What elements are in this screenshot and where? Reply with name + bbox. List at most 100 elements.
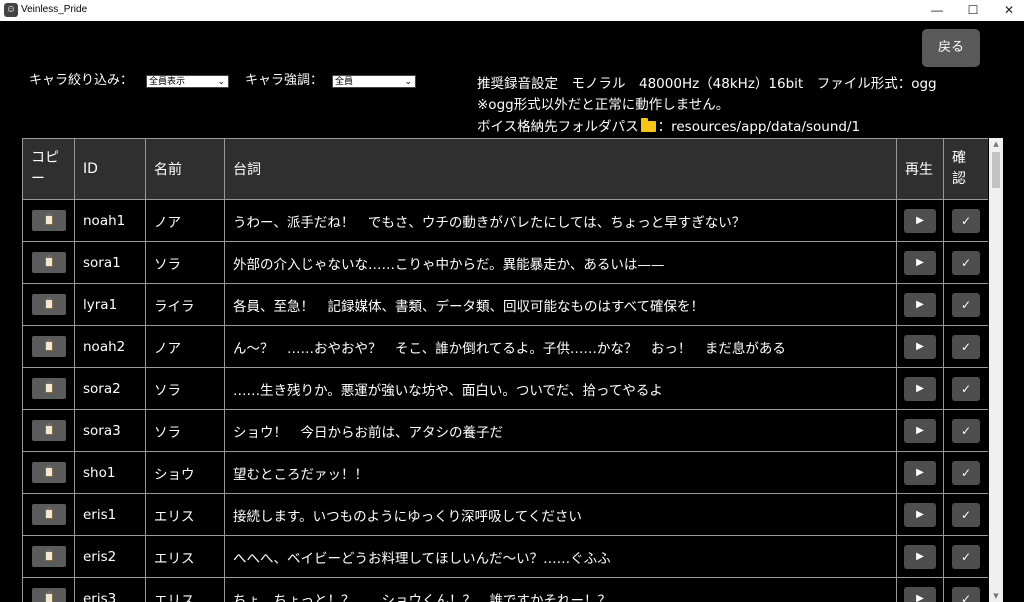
check-button[interactable]: ✓ <box>952 292 980 317</box>
check-cell: ✓ <box>943 409 988 452</box>
scroll-thumb[interactable] <box>992 152 1000 188</box>
check-button[interactable]: ✓ <box>952 208 980 233</box>
checkmark-icon: ✓ <box>960 381 972 396</box>
character-name: エリス <box>145 577 225 602</box>
scroll-up-arrow-icon[interactable]: ▲ <box>989 138 1003 150</box>
character-name: ソラ <box>145 241 225 284</box>
check-cell: ✓ <box>943 283 988 326</box>
checkmark-icon: ✓ <box>960 339 972 354</box>
table-row: sora3 ソラ ショウ！ 今日からお前は、アタシの養子だ ▶ ✓ <box>22 409 988 452</box>
table-row: lyra1 ライラ 各員、至急！ 記録媒体、書類、データ類、回収可能なものはすべ… <box>22 283 988 326</box>
copy-cell <box>22 283 75 326</box>
copy-button[interactable] <box>31 420 66 441</box>
voice-table: コピー ID 名前 台詞 再生 確認 noah1 ノア うわー、派手だね！ でも… <box>22 138 988 602</box>
play-button[interactable]: ▶ <box>904 460 936 485</box>
check-cell: ✓ <box>943 367 988 410</box>
character-emphasis-label: キャラ強調： <box>245 73 324 88</box>
chevron-down-icon: ⌄ <box>404 77 412 87</box>
play-button[interactable]: ▶ <box>904 208 936 233</box>
character-emphasis-value: 全員 <box>335 77 354 87</box>
character-filter-select[interactable]: 全員表示 ⌄ <box>146 75 229 88</box>
copy-button[interactable] <box>31 378 66 399</box>
play-icon: ▶ <box>916 592 924 602</box>
check-button[interactable]: ✓ <box>952 376 980 401</box>
minimize-button[interactable]: — <box>919 0 955 21</box>
play-cell: ▶ <box>896 367 944 410</box>
voice-id: eris1 <box>74 493 146 536</box>
check-button[interactable]: ✓ <box>952 544 980 569</box>
check-button[interactable]: ✓ <box>952 460 980 485</box>
play-button[interactable]: ▶ <box>904 502 936 527</box>
copy-button[interactable] <box>31 462 66 483</box>
play-cell: ▶ <box>896 283 944 326</box>
check-cell: ✓ <box>943 493 988 536</box>
copy-button[interactable] <box>31 546 66 567</box>
copy-button[interactable] <box>31 336 66 357</box>
character-name: エリス <box>145 535 225 578</box>
checkmark-icon: ✓ <box>960 255 972 270</box>
play-icon: ▶ <box>916 382 924 394</box>
copy-cell <box>22 493 75 536</box>
scroll-down-arrow-icon[interactable]: ▼ <box>989 590 1003 602</box>
check-button[interactable]: ✓ <box>952 250 980 275</box>
play-button[interactable]: ▶ <box>904 586 936 602</box>
character-emphasis-select[interactable]: 全員 ⌄ <box>332 75 416 88</box>
close-button[interactable]: ✕ <box>991 0 1024 21</box>
voice-id: sora3 <box>74 409 146 452</box>
checkmark-icon: ✓ <box>960 507 972 522</box>
dialogue-line: 各員、至急！ 記録媒体、書類、データ類、回収可能なものはすべて確保を！ <box>224 283 897 326</box>
copy-button[interactable] <box>31 252 66 273</box>
table-row: eris1 エリス 接続します。いつものようにゆっくり深呼吸してください ▶ ✓ <box>22 493 988 536</box>
play-icon: ▶ <box>916 466 924 478</box>
play-button[interactable]: ▶ <box>904 544 936 569</box>
checkmark-icon: ✓ <box>960 549 972 564</box>
copy-button[interactable] <box>31 588 66 602</box>
play-cell: ▶ <box>896 241 944 284</box>
copy-cell <box>22 577 75 602</box>
voice-id: noah1 <box>74 199 146 242</box>
check-button[interactable]: ✓ <box>952 586 980 602</box>
clipboard-icon <box>44 591 53 602</box>
play-button[interactable]: ▶ <box>904 376 936 401</box>
play-button[interactable]: ▶ <box>904 334 936 359</box>
play-icon: ▶ <box>916 214 924 226</box>
back-button[interactable]: 戻る <box>922 29 980 67</box>
play-button[interactable]: ▶ <box>904 250 936 275</box>
play-cell: ▶ <box>896 535 944 578</box>
check-cell: ✓ <box>943 325 988 368</box>
table-row: eris2 エリス へへへ、ベイビーどうお料理してほしいんだ〜い？……ぐふふ ▶… <box>22 535 988 578</box>
voice-folder-path: ボイス格納先フォルダパス ：resources/app/data/sound/1 <box>477 117 860 137</box>
column-header-line: 台詞 <box>224 138 897 200</box>
voice-id: sho1 <box>74 451 146 494</box>
play-icon: ▶ <box>916 256 924 268</box>
character-name: ライラ <box>145 283 225 326</box>
play-button[interactable]: ▶ <box>904 292 936 317</box>
play-cell: ▶ <box>896 409 944 452</box>
vertical-scrollbar[interactable]: ▲ ▼ <box>989 138 1003 602</box>
voice-id: sora1 <box>74 241 146 284</box>
column-header-copy: コピー <box>22 138 75 200</box>
dialogue-line: 接続します。いつものようにゆっくり深呼吸してください <box>224 493 897 536</box>
copy-cell <box>22 199 75 242</box>
dialogue-line: ちょ、ちょっと！？……ショウくん！？ 誰ですかそれー！？ <box>224 577 897 602</box>
play-button[interactable]: ▶ <box>904 418 936 443</box>
play-cell: ▶ <box>896 199 944 242</box>
check-button[interactable]: ✓ <box>952 334 980 359</box>
folder-icon[interactable] <box>640 118 656 132</box>
maximize-button[interactable]: ☐ <box>955 0 991 21</box>
window-title: Veinless_Pride <box>21 4 88 15</box>
check-cell: ✓ <box>943 535 988 578</box>
clipboard-icon <box>44 297 53 309</box>
voice-id: eris2 <box>74 535 146 578</box>
play-icon: ▶ <box>916 508 924 520</box>
voice-table-container: コピー ID 名前 台詞 再生 確認 noah1 ノア うわー、派手だね！ でも… <box>22 138 988 602</box>
character-name: ソラ <box>145 367 225 410</box>
play-cell: ▶ <box>896 493 944 536</box>
play-cell: ▶ <box>896 577 944 602</box>
copy-button[interactable] <box>31 504 66 525</box>
copy-button[interactable] <box>31 294 66 315</box>
dialogue-line: うわー、派手だね！ でもさ、ウチの動きがバレたにしては、ちょっと早すぎない？ <box>224 199 897 242</box>
copy-button[interactable] <box>31 210 66 231</box>
check-button[interactable]: ✓ <box>952 418 980 443</box>
check-button[interactable]: ✓ <box>952 502 980 527</box>
